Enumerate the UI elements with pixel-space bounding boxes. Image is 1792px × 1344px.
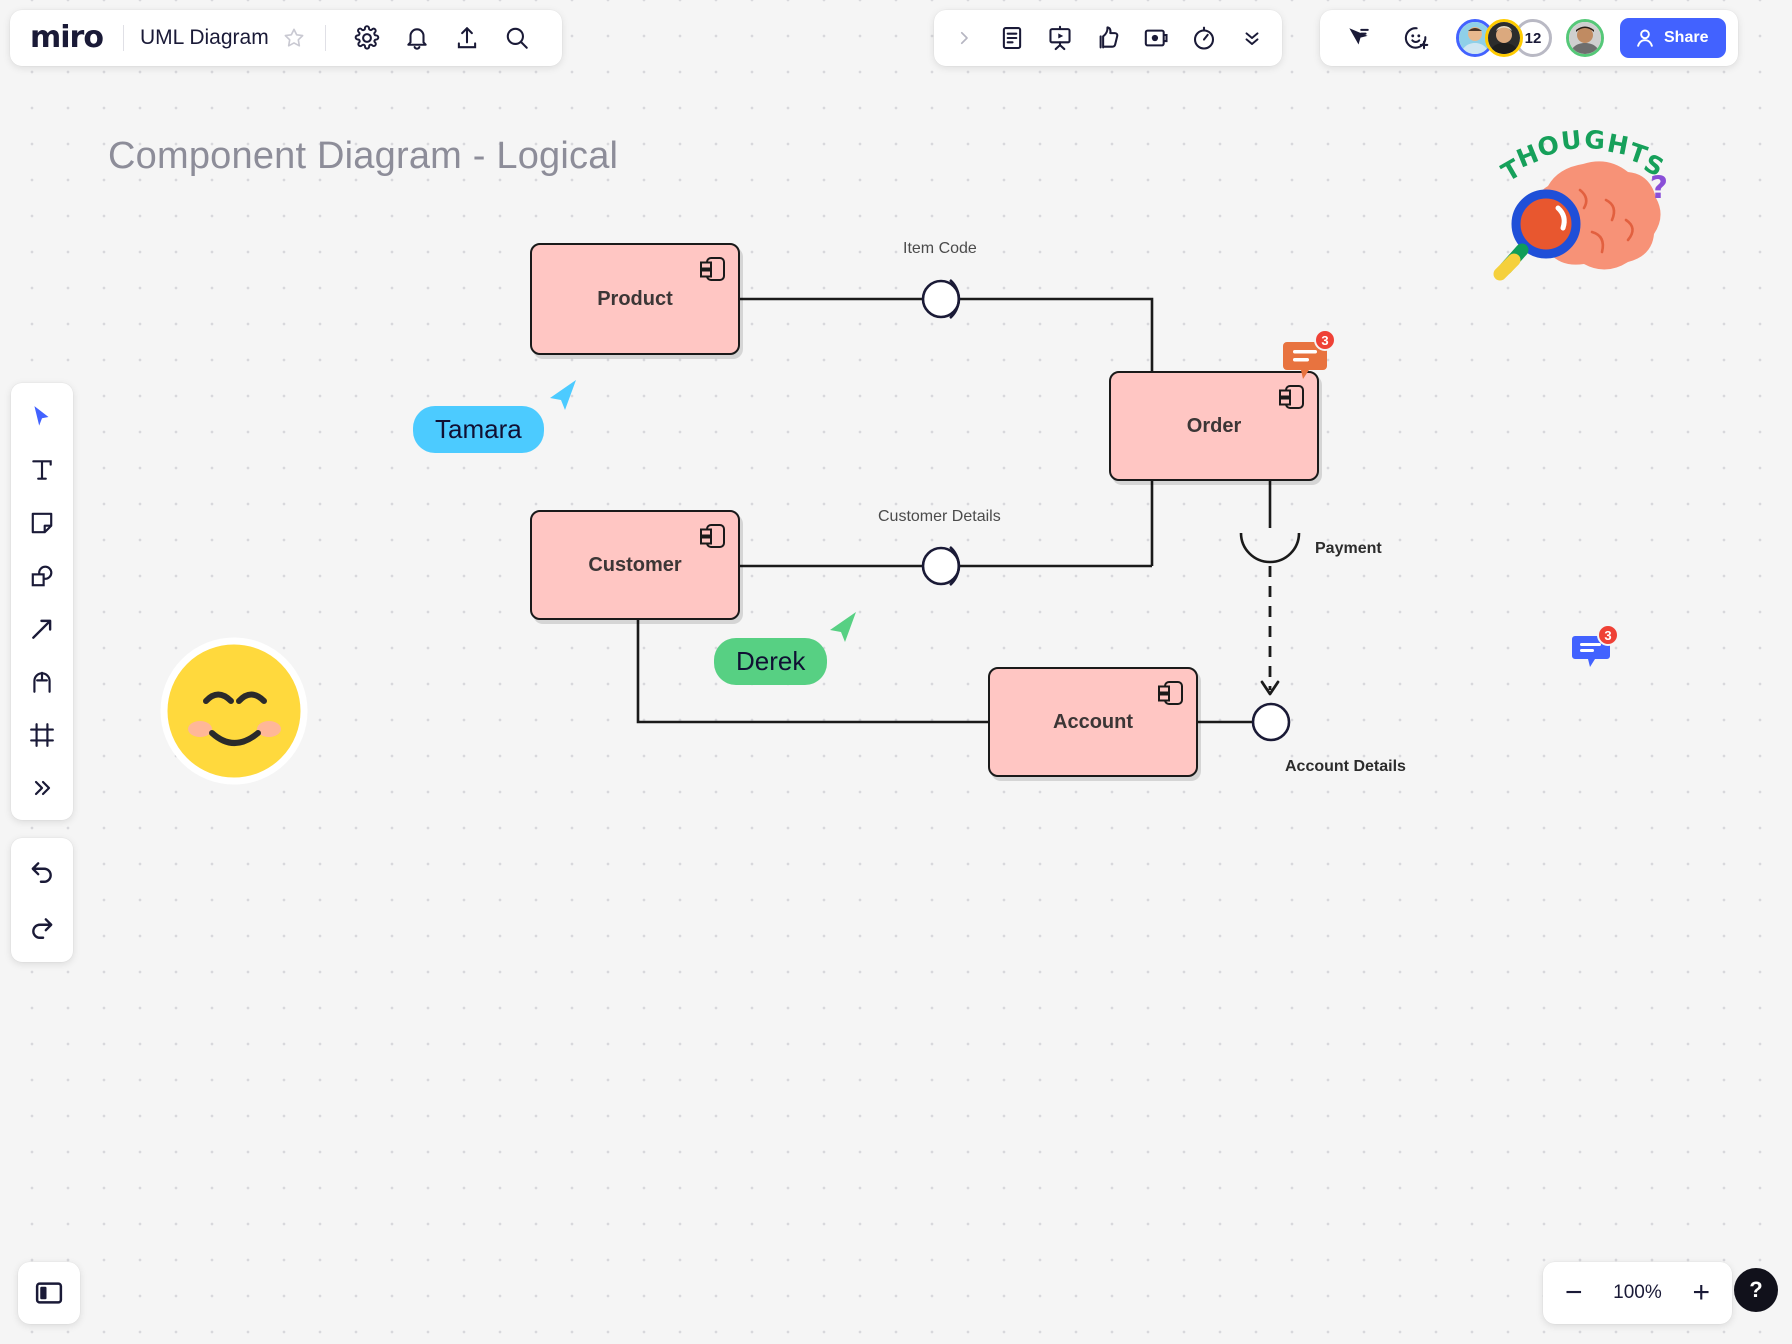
- help-button[interactable]: ?: [1734, 1268, 1778, 1312]
- frame-tool[interactable]: [20, 713, 64, 757]
- uml-component-icon: [1157, 679, 1185, 707]
- connector-tool[interactable]: [20, 607, 64, 651]
- cursor-icon: [29, 404, 55, 430]
- invite-smiley-icon[interactable]: [1396, 18, 1436, 58]
- cursor-derek: Derek: [826, 610, 860, 649]
- presentation-icon[interactable]: [1040, 18, 1080, 58]
- smiling-face-sticker[interactable]: [160, 637, 308, 790]
- undo-icon: [29, 859, 55, 885]
- comment-count-badge: 3: [1314, 329, 1336, 351]
- document-icon[interactable]: [992, 18, 1032, 58]
- cursor-tamara: Tamara: [546, 378, 580, 417]
- thoughts-sticker[interactable]: T H O U G H T S ?: [1488, 128, 1678, 288]
- comment-pin-order[interactable]: 3: [1283, 338, 1327, 385]
- shapes-tool[interactable]: [20, 554, 64, 598]
- chevron-right-icon[interactable]: [944, 18, 984, 58]
- double-chevron-down-icon[interactable]: [1232, 18, 1272, 58]
- interface-label-customer-details[interactable]: Customer Details: [878, 508, 1001, 526]
- component-label: Order: [1187, 415, 1241, 438]
- gear-icon[interactable]: [348, 19, 386, 57]
- collaborator-avatars[interactable]: 12: [1456, 19, 1604, 57]
- arrow-icon: [29, 616, 55, 642]
- text-icon: [29, 457, 55, 483]
- redo-icon: [29, 915, 55, 941]
- shapes-icon: [29, 563, 55, 589]
- tool-rail: [11, 383, 73, 820]
- topbar-left: miro UML Diagram: [10, 10, 562, 66]
- uml-component-icon: [699, 255, 727, 283]
- cursor-chat-icon[interactable]: [1338, 18, 1378, 58]
- zoom-level[interactable]: 100%: [1608, 1282, 1666, 1304]
- share-button[interactable]: Share: [1620, 18, 1726, 58]
- miro-logo[interactable]: miro: [30, 23, 107, 53]
- current-user-avatar[interactable]: [1566, 19, 1604, 57]
- component-customer[interactable]: Customer: [530, 510, 740, 620]
- search-icon[interactable]: [498, 19, 536, 57]
- board-heading[interactable]: Component Diagram - Logical: [108, 135, 618, 178]
- svg-text:G: G: [1584, 128, 1606, 155]
- comment-count-badge: 3: [1597, 624, 1619, 646]
- frame-icon: [29, 722, 55, 748]
- double-chevron-right-icon: [30, 776, 54, 800]
- upload-icon[interactable]: [448, 19, 486, 57]
- pen-tool[interactable]: [20, 660, 64, 704]
- zoom-in-button[interactable]: +: [1692, 1278, 1710, 1308]
- star-icon[interactable]: [279, 23, 309, 53]
- sticky-note-icon: [29, 510, 55, 536]
- svg-text:?: ?: [1650, 170, 1668, 206]
- person-icon: [1634, 27, 1656, 49]
- component-label: Customer: [588, 554, 681, 577]
- redo-button[interactable]: [20, 906, 64, 950]
- topbar-center: [934, 10, 1282, 66]
- text-tool[interactable]: [20, 448, 64, 492]
- select-tool[interactable]: [20, 395, 64, 439]
- cursor-label-tamara: Tamara: [413, 406, 544, 453]
- undo-button[interactable]: [20, 850, 64, 894]
- cursor-pointer-icon: [546, 378, 580, 412]
- topbar-right: 12 Share: [1320, 10, 1738, 66]
- interface-label-account-details[interactable]: Account Details: [1285, 758, 1406, 776]
- thumbs-up-icon[interactable]: [1088, 18, 1128, 58]
- bell-icon[interactable]: [398, 19, 436, 57]
- divider: [123, 25, 124, 51]
- panel-toggle-button[interactable]: [18, 1262, 80, 1324]
- board-title[interactable]: UML Diagram: [140, 26, 269, 50]
- svg-text:U: U: [1560, 128, 1583, 156]
- component-account[interactable]: Account: [988, 667, 1198, 777]
- panel-toggle-icon: [34, 1278, 64, 1308]
- voting-icon[interactable]: [1136, 18, 1176, 58]
- pen-icon: [29, 669, 55, 695]
- cursor-pointer-icon: [826, 610, 860, 644]
- component-product[interactable]: Product: [530, 243, 740, 355]
- comment-pin-canvas[interactable]: 3: [1572, 633, 1610, 674]
- divider: [325, 25, 326, 51]
- component-label: Product: [597, 288, 673, 311]
- interface-label-item-code[interactable]: Item Code: [903, 240, 977, 258]
- uml-component-icon: [699, 522, 727, 550]
- zoom-controls: − 100% +: [1543, 1262, 1732, 1324]
- avatar[interactable]: [1485, 19, 1523, 57]
- component-order[interactable]: Order: [1109, 371, 1319, 481]
- cursor-label-derek: Derek: [714, 638, 827, 685]
- interface-label-payment[interactable]: Payment: [1315, 540, 1382, 558]
- undo-redo-rail: [11, 838, 73, 962]
- uml-component-icon: [1278, 383, 1306, 411]
- sticky-note-tool[interactable]: [20, 501, 64, 545]
- component-label: Account: [1053, 711, 1133, 734]
- zoom-out-button[interactable]: −: [1565, 1278, 1583, 1308]
- timer-icon[interactable]: [1184, 18, 1224, 58]
- share-button-label: Share: [1664, 29, 1708, 47]
- more-tools[interactable]: [20, 766, 64, 810]
